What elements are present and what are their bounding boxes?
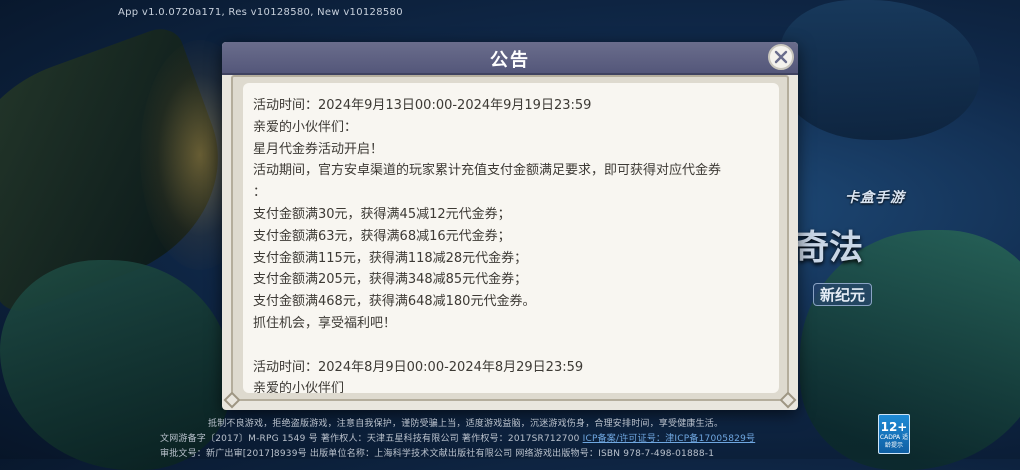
copyright-line: 文网游备字〔2017〕M-RPG 1549 号 著作权人：天津五星科技有限公司 … (160, 431, 755, 444)
version-info: App v1.0.0720a171, Res v10128580, New v1… (118, 7, 403, 18)
age-rating: 12+ (880, 420, 908, 434)
icp-link[interactable]: ICP备案/许可证号：津ICP备17005829号 (583, 434, 756, 444)
announcement-line: 支付金额满30元，获得满45减12元代金券； (253, 206, 511, 222)
announcement-text: 活动时间：2024年9月13日00:00-2024年9月19日23:59 亲爱的小… (253, 95, 773, 393)
announcement-line: 亲爱的小伙伴们： (253, 119, 358, 135)
copyright-text: 文网游备字〔2017〕M-RPG 1549 号 著作权人：天津五星科技有限公司 … (160, 434, 580, 444)
announcement-line (253, 335, 773, 357)
logo-subtitle: 新纪元 (813, 283, 873, 306)
announcement-content[interactable]: 活动时间：2024年9月13日00:00-2024年9月19日23:59 亲爱的小… (243, 83, 779, 393)
close-button[interactable] (768, 44, 794, 70)
announcement-line: 支付金额满205元，获得满348减85元代金券； (253, 272, 528, 288)
age-caption: CADPA 适龄提示 (879, 434, 909, 449)
announcement-line: 亲爱的小伙伴们 (253, 381, 345, 393)
footer: 抵制不良游戏，拒绝盗版游戏，注意自我保护，谨防受骗上当，适度游戏益脑，沉迷游戏伤… (0, 414, 1020, 459)
announcement-line: 支付金额满115元，获得满118减28元代金券； (253, 250, 528, 266)
announcement-line: ： (253, 185, 267, 201)
close-icon (774, 50, 788, 64)
announcement-line: 活动时间：2024年9月13日00:00-2024年9月19日23:59 (253, 98, 592, 113)
announcement-line: 支付金额满468元，获得满648减180元代金券。 (253, 294, 536, 310)
game-logo: 卡盒手游 奇法 新纪元 (795, 175, 905, 315)
announcement-line: 支付金额满63元，获得满68减16元代金券； (253, 228, 511, 244)
background-art-top (780, 0, 980, 140)
publication-line: 审批文号：新广出审[2017]8939号 出版单位名称：上海科学技术文献出版社有… (160, 449, 715, 459)
age-rating-badge: 12+ CADPA 适龄提示 (878, 414, 910, 454)
announcement-line: 活动时间：2024年8月9日00:00-2024年8月29日23:59 (253, 359, 584, 375)
dialog-title: 公告 (490, 50, 530, 71)
announcement-line: 星月代金券活动开启！ (253, 141, 384, 157)
background-art-leaf (0, 22, 250, 318)
announcement-line: 抓住机会，享受福利吧！ (253, 315, 397, 331)
announcement-dialog: 公告 活动时间：2024年9月13日00:00-2024年9月19日23:59 亲… (222, 42, 798, 410)
logo-title: 奇法 (795, 228, 863, 268)
logo-tagline: 卡盒手游 (845, 190, 905, 206)
dialog-header: 公告 (222, 42, 798, 75)
health-notice: 抵制不良游戏，拒绝盗版游戏，注意自我保护，谨防受骗上当，适度游戏益脑，沉迷游戏伤… (208, 419, 724, 429)
announcement-line: 活动期间，官方安卓渠道的玩家累计充值支付金额满足要求，即可获得对应代金券 (253, 163, 722, 179)
